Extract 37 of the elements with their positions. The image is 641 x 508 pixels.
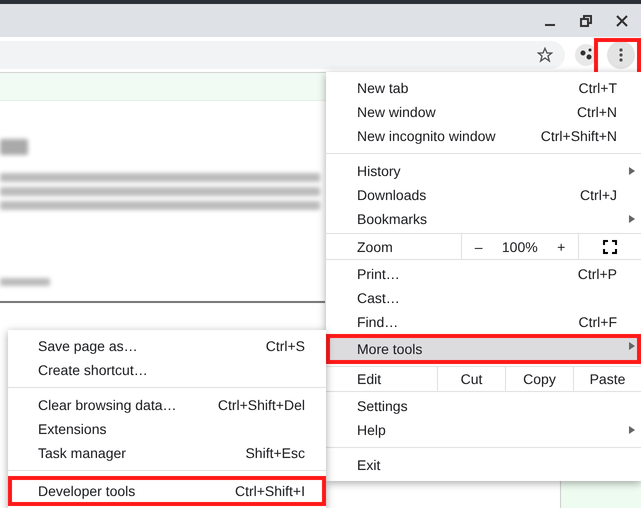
menu-item[interactable]: Print… Ctrl+P: [326, 262, 641, 286]
menu-item[interactable]: Create shortcut…: [8, 358, 326, 382]
menu-item[interactable]: History: [326, 159, 641, 183]
zoom-level: 100%: [502, 238, 538, 254]
menu-item[interactable]: New window Ctrl+N: [326, 100, 641, 124]
more-icon: [619, 48, 623, 62]
zoom-out-button[interactable]: –: [468, 238, 488, 254]
menu-item[interactable]: Clear browsing data… Ctrl+Shift+Del: [8, 393, 326, 417]
menu-item[interactable]: Save page as… Ctrl+S: [8, 334, 326, 358]
zoom-in-button[interactable]: +: [551, 238, 572, 254]
menu-item[interactable]: More tools: [326, 334, 641, 364]
restore-icon[interactable]: [579, 14, 593, 28]
menu-item[interactable]: Settings: [326, 394, 641, 418]
edit-button[interactable]: Paste: [573, 367, 641, 391]
menu-item[interactable]: Extensions: [8, 417, 326, 441]
menu-item[interactable]: Bookmarks: [326, 207, 641, 231]
close-icon[interactable]: [615, 14, 629, 28]
menu-item[interactable]: Cast…: [326, 286, 641, 310]
menu-item[interactable]: Downloads Ctrl+J: [326, 183, 641, 207]
star-icon[interactable]: [537, 46, 553, 62]
submenu-arrow-icon: [629, 215, 635, 223]
edit-label: Edit: [356, 370, 382, 389]
menu-item[interactable]: New tab Ctrl+T: [326, 76, 641, 100]
blurred-text: [0, 278, 50, 286]
menu-item[interactable]: Developer tools Ctrl+Shift+I: [8, 476, 326, 506]
menu-item[interactable]: Task manager Shift+Esc: [8, 441, 326, 465]
menu-item[interactable]: Find… Ctrl+F: [326, 310, 641, 334]
zoom-label: Zoom: [326, 234, 462, 259]
submenu-arrow-icon: [629, 167, 635, 175]
blurred-heading: [0, 139, 28, 155]
menu-item[interactable]: Exit: [326, 453, 641, 477]
fullscreen-icon[interactable]: [603, 240, 617, 254]
menu-item[interactable]: New incognito window Ctrl+Shift+N: [326, 124, 641, 148]
submenu-arrow-icon: [629, 426, 635, 434]
menu-button[interactable]: [607, 40, 635, 68]
menu-item[interactable]: Help: [326, 418, 641, 442]
submenu-arrow-icon: [629, 342, 635, 350]
